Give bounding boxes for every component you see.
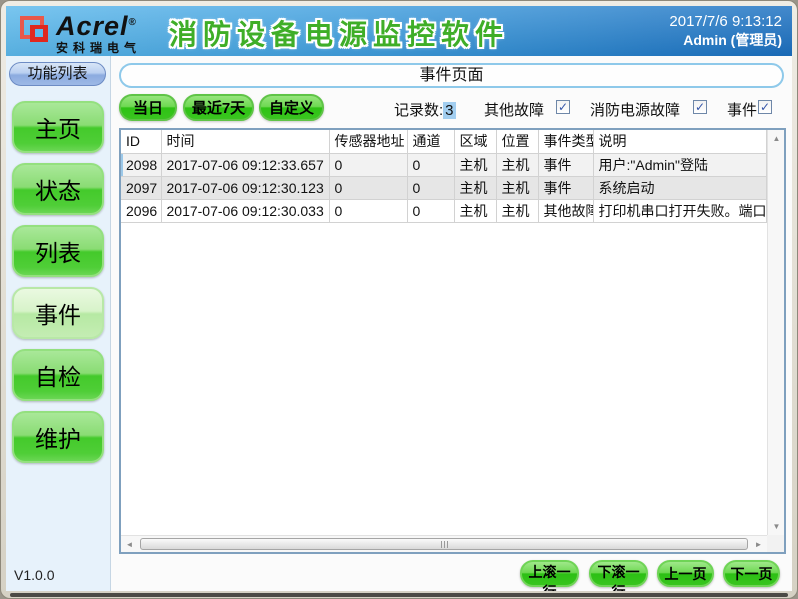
check-icon: ✓ — [695, 100, 705, 114]
window-bottom-edge — [10, 593, 788, 597]
cell-channel: 0 — [407, 153, 454, 176]
vertical-scrollbar[interactable]: ▲ ▼ — [767, 130, 784, 535]
checkbox-other-fault[interactable]: ✓ — [556, 100, 570, 114]
record-count: 记录数:3 — [394, 99, 456, 120]
filter-last7-button[interactable]: 最近7天 — [183, 94, 254, 121]
filter-today-button[interactable]: 当日 — [119, 94, 177, 121]
cell-sensor: 0 — [329, 153, 407, 176]
col-time: 时间 — [161, 130, 329, 153]
col-channel: 通道 — [407, 130, 454, 153]
sidebar-item-events[interactable]: 事件 — [12, 287, 104, 339]
checkbox-event[interactable]: ✓ — [758, 100, 772, 114]
cell-id: 2096 — [121, 199, 161, 222]
thumb-grip — [444, 541, 445, 548]
checkbox-label-power-fault: 消防电源故障 — [590, 99, 680, 120]
record-count-value: 3 — [443, 102, 455, 119]
scrollbar-corner — [767, 535, 784, 552]
acrel-logo-icon — [18, 15, 52, 51]
cell-desc: 用户:"Admin"登陆 — [593, 153, 767, 176]
col-area: 区域 — [454, 130, 496, 153]
check-icon: ✓ — [558, 100, 568, 114]
cell-time: 2017-07-06 09:12:30.123 — [161, 176, 329, 199]
sidebar-item-home[interactable]: 主页 — [12, 101, 104, 153]
checkbox-label-other-fault: 其他故障 — [484, 99, 544, 120]
col-desc: 说明 — [593, 130, 767, 153]
cell-area: 主机 — [454, 199, 496, 222]
cell-type: 事件 — [538, 176, 593, 199]
cell-time: 2017-07-06 09:12:30.033 — [161, 199, 329, 222]
brand-name: Acrel® — [56, 10, 141, 39]
cell-desc: 打印机串口打开失败。端口 “C — [593, 199, 767, 222]
cell-location: 主机 — [496, 199, 538, 222]
header-datetime: 2017/7/6 9:13:12 — [669, 12, 782, 31]
cell-area: 主机 — [454, 153, 496, 176]
event-table: ID 时间 传感器地址 通道 区域 位置 事件类型 说明 — [121, 130, 767, 535]
record-count-label: 记录数: — [394, 102, 443, 119]
cell-channel: 0 — [407, 176, 454, 199]
sidebar-item-status[interactable]: 状态 — [12, 163, 104, 215]
event-table-container: ID 时间 传感器地址 通道 区域 位置 事件类型 说明 — [119, 128, 786, 554]
window-frame: Acrel® 安科瑞电气 消防设备电源监控软件 2017/7/6 9:13:12… — [0, 0, 798, 599]
table-row[interactable]: 2096 2017-07-06 09:12:30.033 0 0 主机 主机 其… — [121, 199, 767, 222]
cell-id: 2097 — [121, 176, 161, 199]
checkbox-label-event: 事件 — [727, 99, 757, 120]
cell-time: 2017-07-06 09:12:33.657 — [161, 153, 329, 176]
acrel-logo: Acrel® 安科瑞电气 — [18, 10, 141, 56]
cell-id: 2098 — [121, 153, 161, 176]
page-title: 事件页面 — [119, 63, 784, 88]
horizontal-scroll-thumb[interactable] — [140, 538, 748, 550]
check-icon: ✓ — [760, 100, 770, 114]
cell-desc: 系统启动 — [593, 176, 767, 199]
prev-page-button[interactable]: 上一页 — [657, 560, 714, 587]
sidebar-item-selftest[interactable]: 自检 — [12, 349, 104, 401]
header-user: Admin (管理员) — [669, 31, 782, 50]
sidebar-header: 功能列表 — [9, 62, 106, 86]
table-header-row: ID 时间 传感器地址 通道 区域 位置 事件类型 说明 — [121, 130, 767, 153]
next-page-button[interactable]: 下一页 — [723, 560, 780, 587]
horizontal-scrollbar[interactable]: ◄ ► — [121, 535, 767, 552]
cell-channel: 0 — [407, 199, 454, 222]
scroll-down-row-button[interactable]: 下滚一行 — [589, 560, 648, 587]
col-sensor: 传感器地址 — [329, 130, 407, 153]
cell-area: 主机 — [454, 176, 496, 199]
scroll-down-icon[interactable]: ▼ — [769, 519, 784, 534]
scroll-left-icon[interactable]: ◄ — [122, 537, 137, 552]
cell-sensor: 0 — [329, 176, 407, 199]
cell-location: 主机 — [496, 176, 538, 199]
app-window: Acrel® 安科瑞电气 消防设备电源监控软件 2017/7/6 9:13:12… — [6, 6, 792, 591]
scroll-up-row-button[interactable]: 上滚一行 — [520, 560, 579, 587]
sidebar-item-maintenance[interactable]: 维护 — [12, 411, 104, 463]
app-title: 消防设备电源监控软件 — [169, 13, 509, 53]
version-label: V1.0.0 — [14, 567, 54, 583]
brand-subtitle: 安科瑞电气 — [56, 39, 141, 56]
col-location: 位置 — [496, 130, 538, 153]
sidebar: 功能列表 主页 状态 列表 事件 自检 维护 V1.0.0 — [6, 56, 111, 591]
table-row[interactable]: 2098 2017-07-06 09:12:33.657 0 0 主机 主机 事… — [121, 153, 767, 176]
main-panel: 事件页面 当日 最近7天 自定义 记录数:3 其他故障 ✓ 消防电源故障 ✓ 事… — [111, 56, 792, 591]
col-id: ID — [121, 130, 161, 153]
app-header: Acrel® 安科瑞电气 消防设备电源监控软件 2017/7/6 9:13:12… — [6, 6, 792, 56]
checkbox-power-fault[interactable]: ✓ — [693, 100, 707, 114]
cell-location: 主机 — [496, 153, 538, 176]
col-type: 事件类型 — [538, 130, 593, 153]
scroll-up-icon[interactable]: ▲ — [769, 131, 784, 146]
registered-mark: ® — [129, 17, 137, 28]
sidebar-item-list[interactable]: 列表 — [12, 225, 104, 277]
filter-custom-button[interactable]: 自定义 — [259, 94, 324, 121]
cell-sensor: 0 — [329, 199, 407, 222]
cell-type: 其他故障 — [538, 199, 593, 222]
table-row[interactable]: 2097 2017-07-06 09:12:30.123 0 0 主机 主机 事… — [121, 176, 767, 199]
cell-type: 事件 — [538, 153, 593, 176]
scroll-right-icon[interactable]: ► — [751, 537, 766, 552]
